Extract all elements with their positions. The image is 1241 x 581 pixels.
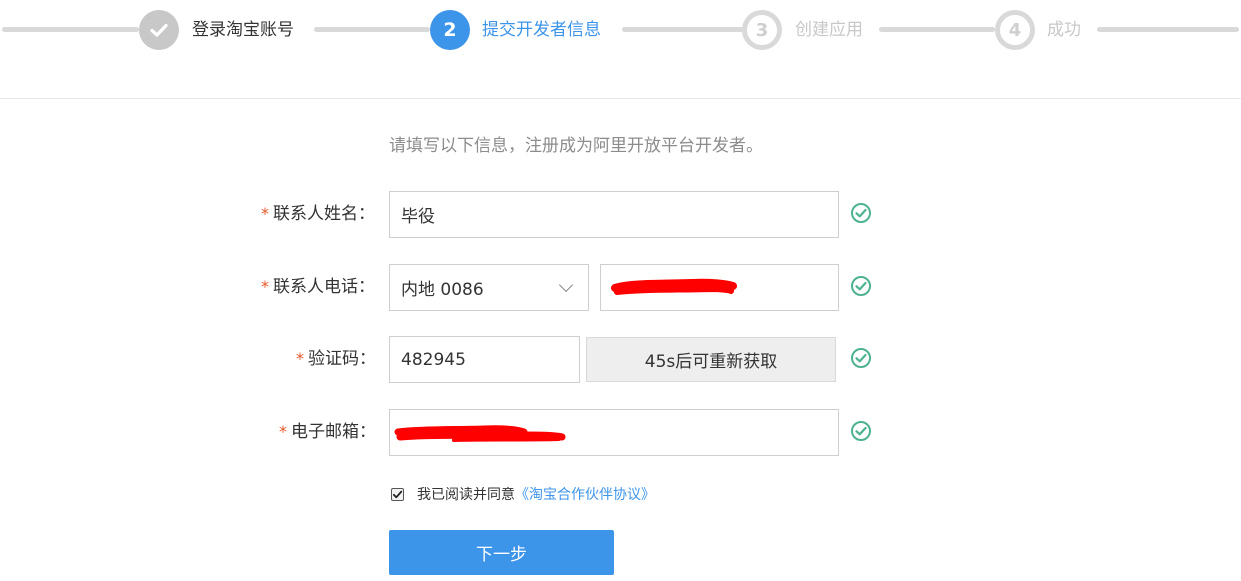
required-mark: * [296, 349, 304, 368]
required-mark: * [261, 204, 269, 223]
valid-check-icon [851, 348, 871, 368]
agreement-checkbox[interactable] [391, 487, 404, 501]
progress-stepper: 登录淘宝账号 2 提交开发者信息 3 创建应用 4 成功 [0, 0, 1241, 99]
step-4-circle: 4 [995, 10, 1035, 50]
checkbox-check-icon [392, 490, 403, 498]
redaction-mark [394, 425, 566, 442]
next-step-button[interactable]: 下一步 [389, 530, 614, 575]
code-label: 验证码： [308, 349, 376, 369]
stepper-track-segment [879, 27, 995, 32]
phone-region-value: 内地 0086 [401, 280, 484, 300]
required-mark: * [261, 277, 269, 296]
resend-code-button[interactable]: 45s后可重新获取 [586, 337, 836, 382]
phone-number-input[interactable] [600, 264, 839, 311]
valid-check-icon [851, 421, 871, 441]
register-developer-page: 登录淘宝账号 2 提交开发者信息 3 创建应用 4 成功 请填写以下信息，注册成… [0, 0, 1241, 581]
step-4-number: 4 [1008, 19, 1022, 41]
valid-check-icon [851, 276, 871, 296]
agreement-row: 我已阅读并同意 《淘宝合作伙伴协议》 [391, 484, 655, 504]
redaction-mark [611, 278, 737, 295]
phone-label-wrap: * 联系人电话： [261, 275, 375, 299]
phone-label: 联系人电话： [273, 277, 375, 297]
verification-code-value: 482945 [401, 349, 466, 370]
step-2-number: 2 [443, 19, 457, 41]
agreement-link[interactable]: 《淘宝合作伙伴协议》 [515, 484, 655, 504]
step-3-label: 创建应用 [795, 20, 863, 40]
valid-check-icon [851, 203, 871, 223]
intro-text: 请填写以下信息，注册成为阿里开放平台开发者。 [389, 136, 763, 156]
email-label: 电子邮箱： [291, 422, 376, 442]
phone-region-select[interactable]: 内地 0086 [389, 264, 589, 311]
step-2-circle: 2 [430, 10, 470, 50]
stepper-track-segment [314, 27, 430, 32]
email-input[interactable] [389, 409, 839, 456]
code-label-wrap: * 验证码： [296, 347, 376, 371]
step-3-number: 3 [755, 19, 769, 41]
checkmark-icon [150, 23, 168, 37]
stepper-track-segment [622, 27, 744, 32]
stepper-track-segment [1097, 27, 1239, 32]
step-4-label: 成功 [1047, 20, 1081, 40]
contact-name-input[interactable]: 毕役 [389, 191, 839, 238]
email-label-wrap: * 电子邮箱： [279, 420, 376, 444]
stepper-track-segment [2, 27, 139, 32]
step-2-label: 提交开发者信息 [482, 20, 601, 40]
step-1-circle [139, 10, 179, 50]
step-3-circle: 3 [742, 10, 782, 50]
contact-name-value: 毕役 [401, 207, 435, 227]
chevron-down-icon [558, 277, 574, 292]
required-mark: * [279, 422, 287, 441]
agreement-text: 我已阅读并同意 [417, 487, 515, 503]
name-label-wrap: * 联系人姓名： [261, 202, 375, 226]
name-label: 联系人姓名： [273, 204, 375, 224]
step-1-label: 登录淘宝账号 [192, 20, 294, 40]
verification-code-input[interactable]: 482945 [389, 336, 580, 383]
